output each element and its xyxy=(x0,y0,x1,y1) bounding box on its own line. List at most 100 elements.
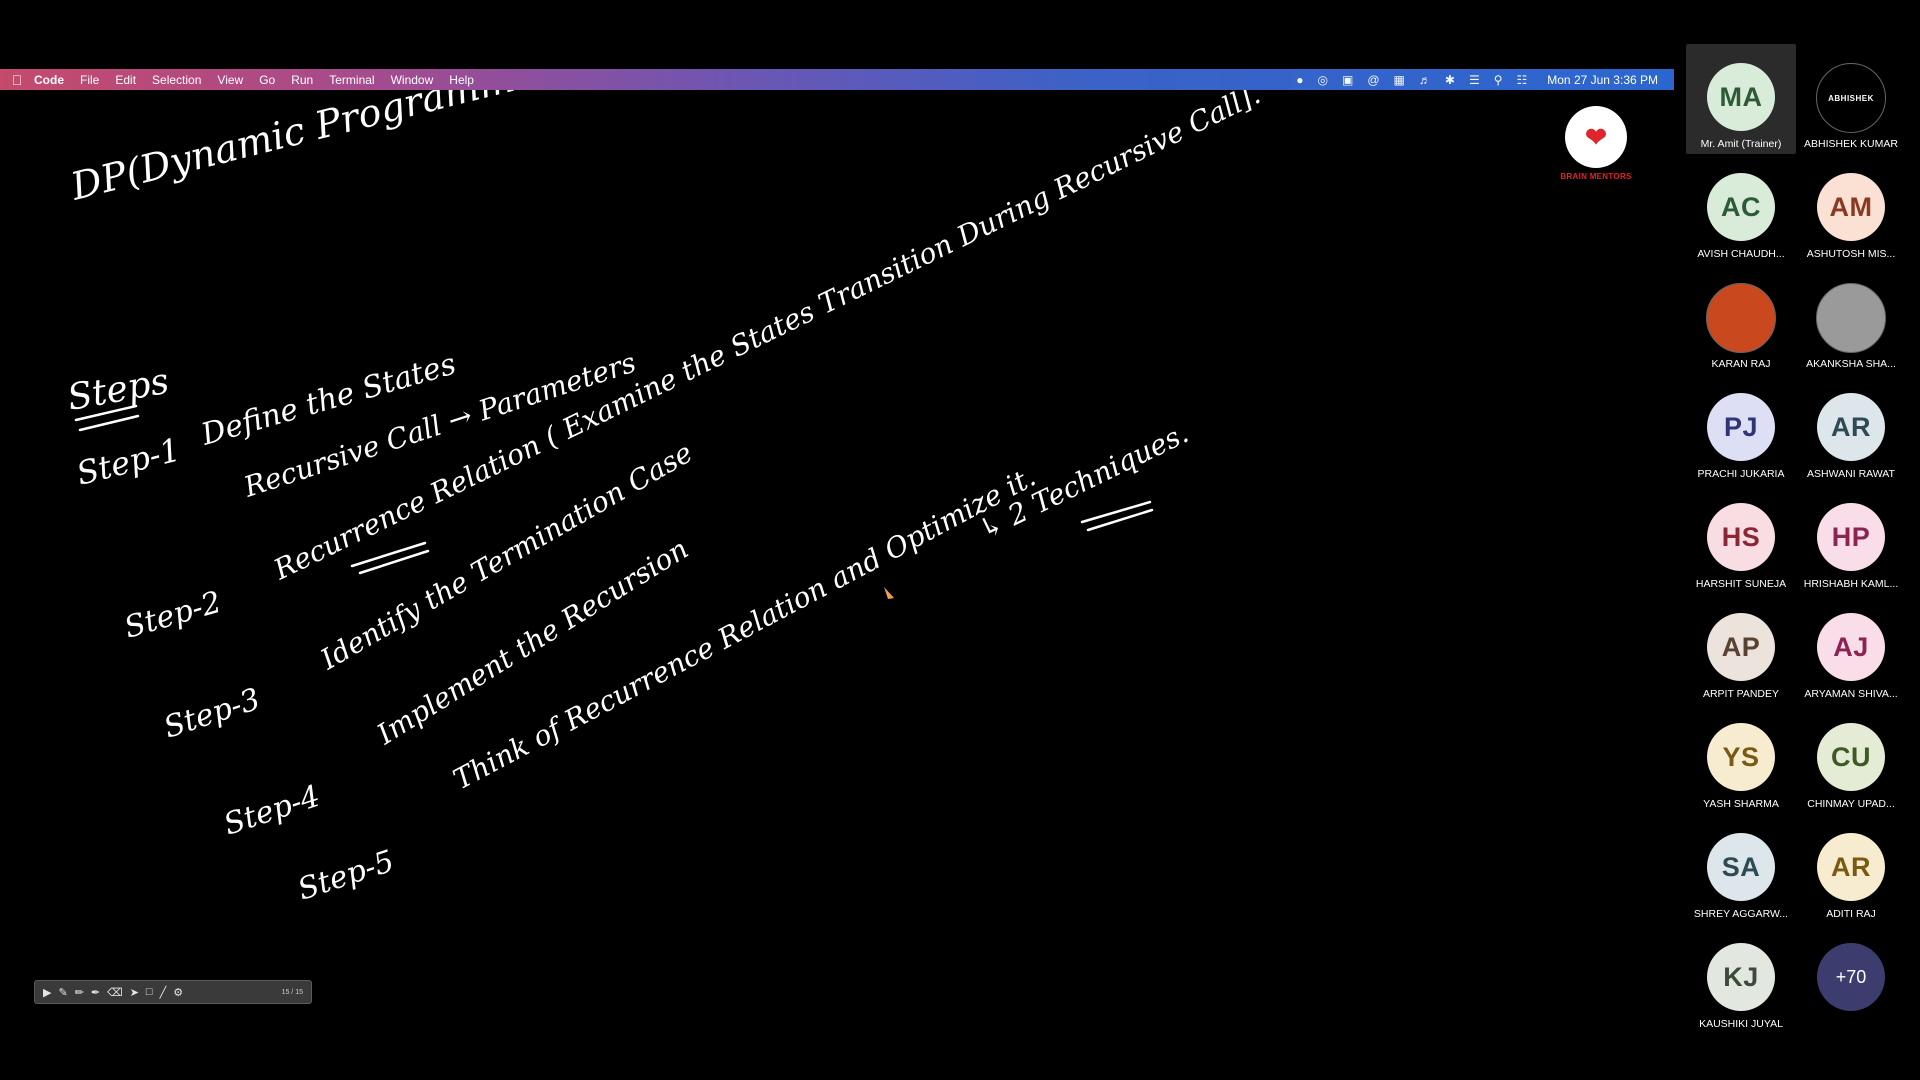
highlighter-icon[interactable]: ▶ xyxy=(43,986,51,999)
more-participants-count: +70 xyxy=(1817,943,1885,1011)
participant-name: CHINMAY UPAD... xyxy=(1807,798,1895,810)
participant-tile[interactable]: HS HARSHIT SUNEJA xyxy=(1686,484,1796,594)
wifi-icon[interactable]: ☰ xyxy=(1469,73,1480,87)
participant-tile[interactable]: KJ KAUSHIKI JUYAL xyxy=(1686,924,1796,1034)
participant-name: HARSHIT SUNEJA xyxy=(1695,578,1787,590)
participant-tile[interactable]: AJ ARYAMAN SHIVA... xyxy=(1796,594,1906,704)
brush-icon[interactable]: ✒ xyxy=(91,986,100,999)
participant-name: KARAN RAJ xyxy=(1711,358,1771,370)
shape-icon[interactable]: □ xyxy=(146,986,153,998)
participant-name: KAUSHIKI JUYAL xyxy=(1699,1018,1783,1030)
participant-avatar: PJ xyxy=(1707,393,1775,461)
page-indicator: 15 / 15 xyxy=(281,988,303,996)
participant-name: AKANKSHA SHA... xyxy=(1806,358,1896,370)
participant-tile[interactable]: AC AVISH CHAUDH... xyxy=(1686,154,1796,264)
eraser-icon[interactable]: ⌫ xyxy=(107,986,123,999)
pen-icon[interactable]: ✎ xyxy=(58,986,67,999)
volume-icon[interactable]: ♬ xyxy=(1419,73,1431,87)
brand-logo: ❤ BRAIN MENTORS xyxy=(1556,106,1636,181)
menu-go[interactable]: Go xyxy=(259,73,275,87)
participant-avatar: AM xyxy=(1817,173,1885,241)
search-icon[interactable]: ⚲ xyxy=(1494,73,1503,87)
screen-share-icon[interactable]: ▣ xyxy=(1342,73,1353,87)
whiteboard-canvas[interactable]: DP(Dynamic Programming] Steps Step-1 Def… xyxy=(0,90,1674,1080)
participant-name: YASH SHARMA xyxy=(1703,798,1779,810)
participants-panel: MA Mr. Amit (Trainer) ABHISHEK ABHISHEK KUM… xyxy=(1686,44,1920,1080)
line-icon[interactable]: ╱ xyxy=(160,986,167,999)
menu-terminal[interactable]: Terminal xyxy=(329,73,374,87)
menu-view[interactable]: View xyxy=(217,73,243,87)
techniques-underline xyxy=(1080,500,1154,532)
participant-avatar: HP xyxy=(1817,503,1885,571)
participant-tile[interactable]: KARAN RAJ xyxy=(1686,264,1796,374)
participant-avatar: KJ xyxy=(1707,943,1775,1011)
step4-label: Step-4 xyxy=(220,779,325,843)
participant-photo xyxy=(1816,283,1886,353)
more-participants-tile[interactable]: +70 xyxy=(1796,924,1906,1034)
bluetooth-icon[interactable]: ✱ xyxy=(1445,73,1455,87)
participant-tile[interactable]: AP ARPIT PANDEY xyxy=(1686,594,1796,704)
participant-name: ARYAMAN SHIVA... xyxy=(1804,688,1898,700)
step2-label: Step-2 xyxy=(121,585,226,646)
pointer-icon[interactable]: ➤ xyxy=(130,986,139,999)
participant-tile[interactable]: ABHISHEK ABHISHEK KUMAR xyxy=(1796,44,1906,154)
menu-app-name[interactable]: Code xyxy=(34,73,64,87)
participant-tile[interactable]: AR ASHWANI RAWAT xyxy=(1796,374,1906,484)
participant-avatar: YS xyxy=(1707,723,1775,791)
participant-name: PRACHI JUKARIA xyxy=(1697,468,1785,480)
participant-tile[interactable]: AM ASHUTOSH MIS... xyxy=(1796,154,1906,264)
participant-tile[interactable]: AKANKSHA SHA... xyxy=(1796,264,1906,374)
menu-window[interactable]: Window xyxy=(391,73,434,87)
annotation-toolbar: ▶ ✎ ✏ ✒ ⌫ ➤ □ ╱ ⚙ 15 / 15 xyxy=(34,980,312,1004)
aperture-icon[interactable]: ◎ xyxy=(1318,73,1328,87)
menu-run[interactable]: Run xyxy=(291,73,313,87)
handwriting-layer: DP(Dynamic Programming] Steps Step-1 Def… xyxy=(64,90,1265,908)
participant-name: SHREY AGGARW... xyxy=(1693,908,1789,920)
menu-file[interactable]: File xyxy=(80,73,99,87)
recurrence-underline xyxy=(350,541,430,575)
participant-name: HRISHABH KAML... xyxy=(1803,578,1899,590)
menu-clock[interactable]: Mon 27 Jun 3:36 PM xyxy=(1547,73,1658,87)
brain-logo-icon: ❤ xyxy=(1565,106,1627,168)
participant-tile[interactable]: CU CHINMAY UPAD... xyxy=(1796,704,1906,814)
participant-name: ASHWANI RAWAT xyxy=(1807,468,1895,480)
participant-name: AVISH CHAUDH... xyxy=(1697,248,1785,260)
brand-logo-text: BRAIN MENTORS xyxy=(1560,172,1632,181)
participant-avatar: AC xyxy=(1707,173,1775,241)
step1-label: Step-1 xyxy=(73,430,184,492)
settings-icon[interactable]: ⚙ xyxy=(173,986,183,999)
app-grid-icon[interactable]: ▦ xyxy=(1394,73,1405,87)
status-icons: ● ◎ ▣ @ ▦ ♬ ✱ ☰ ⚲ ☷ Mon 27 Jun 3:36 PM xyxy=(1296,73,1674,87)
pencil-cursor-icon xyxy=(884,587,894,599)
apple-icon[interactable]:  xyxy=(0,72,34,88)
participant-avatar: HS xyxy=(1707,503,1775,571)
participant-tile[interactable]: MA Mr. Amit (Trainer) xyxy=(1686,44,1796,154)
participant-avatar: AP xyxy=(1707,613,1775,681)
participant-name: ADITI RAJ xyxy=(1826,908,1876,920)
participant-avatar: CU xyxy=(1817,723,1885,791)
participant-name: ASHUTOSH MIS... xyxy=(1806,248,1896,260)
participant-photo xyxy=(1706,283,1776,353)
participant-avatar: MA xyxy=(1707,63,1775,131)
participant-avatar: AJ xyxy=(1817,613,1885,681)
step5-label: Step-5 xyxy=(294,844,399,908)
participant-name: Mr. Amit (Trainer) xyxy=(1700,138,1782,150)
participant-avatar: AR xyxy=(1817,833,1885,901)
menu-selection[interactable]: Selection xyxy=(152,73,201,87)
marker-icon[interactable]: ✏ xyxy=(75,986,84,999)
participant-name: ABHISHEK KUMAR xyxy=(1804,138,1898,150)
at-icon[interactable]: @ xyxy=(1367,73,1379,87)
participant-avatar: SA xyxy=(1707,833,1775,901)
menu-help[interactable]: Help xyxy=(449,73,474,87)
participant-tile[interactable]: SA SHREY AGGARW... xyxy=(1686,814,1796,924)
participant-tile[interactable]: AR ADITI RAJ xyxy=(1796,814,1906,924)
control-center-icon[interactable]: ☷ xyxy=(1517,73,1528,87)
participant-tile[interactable]: HP HRISHABH KAML... xyxy=(1796,484,1906,594)
participant-avatar: AR xyxy=(1817,393,1885,461)
participant-photo: ABHISHEK xyxy=(1816,63,1886,133)
menu-edit[interactable]: Edit xyxy=(115,73,136,87)
record-icon[interactable]: ● xyxy=(1296,73,1303,87)
participant-tile[interactable]: YS YASH SHARMA xyxy=(1686,704,1796,814)
participant-tile[interactable]: PJ PRACHI JUKARIA xyxy=(1686,374,1796,484)
participant-name: ARPIT PANDEY xyxy=(1702,688,1780,700)
